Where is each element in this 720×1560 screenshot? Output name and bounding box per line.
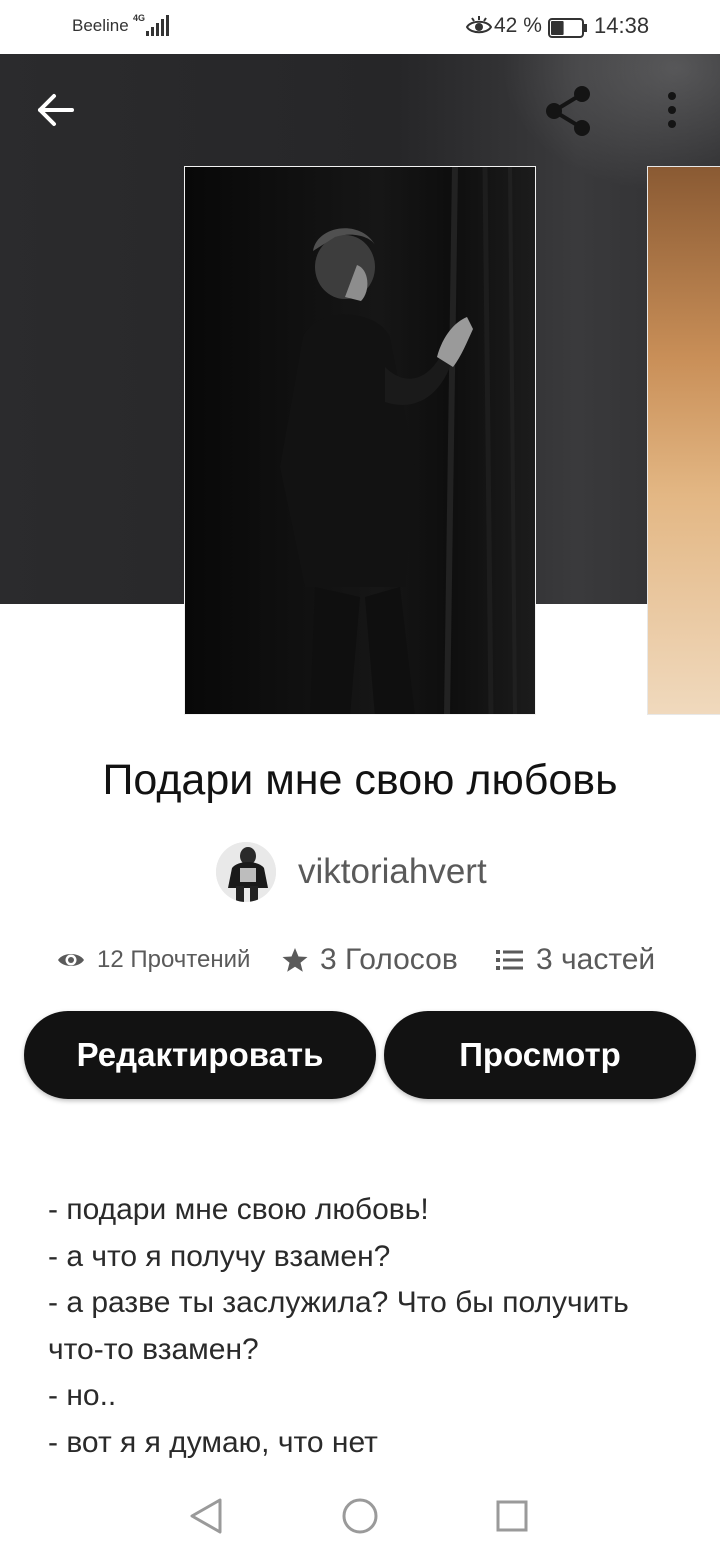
more-vertical-icon [668, 92, 676, 128]
cover-photo-figure [185, 167, 535, 714]
eye-icon [58, 954, 84, 966]
votes-count: 3 Голосов [320, 943, 458, 976]
story-description: - подари мне свою любовь! - а что я полу… [48, 1187, 688, 1466]
view-button[interactable]: Просмотр [384, 1011, 696, 1099]
next-story-cover-image[interactable] [647, 166, 720, 715]
share-icon [546, 86, 590, 136]
star-icon [282, 948, 308, 972]
story-stats: 12 Прочтений 3 Голосов 3 частей [0, 938, 720, 982]
reads-count: 12 Прочтений [97, 946, 251, 973]
votes-stat: 3 Голосов [282, 938, 458, 982]
parts-stat: 3 частей [496, 938, 655, 982]
clock: 14:38 [594, 13, 650, 38]
description-line: - вот я я думаю, что нет [48, 1425, 378, 1459]
battery-icon [548, 18, 587, 38]
more-options-button[interactable] [656, 88, 688, 132]
story-title: Подари мне свою любовь [102, 756, 618, 804]
avatar-image [216, 842, 276, 902]
avatar[interactable] [216, 842, 276, 902]
reads-stat: 12 Прочтений [57, 938, 250, 982]
battery-percent: 42 % [494, 14, 542, 37]
author-link[interactable]: viktoriahvert [216, 842, 536, 902]
story-cover-image[interactable] [184, 166, 536, 715]
status-bar: Beeline 4G 42 % 14:38 [0, 0, 720, 54]
share-button[interactable] [540, 84, 596, 138]
eye-comfort-icon [466, 16, 492, 34]
arrow-left-icon [38, 94, 74, 126]
carrier-name: Beeline [72, 16, 129, 35]
edit-button[interactable]: Редактировать [24, 1011, 376, 1099]
description-line: что-то взамен? [48, 1332, 259, 1366]
description-line: - подари мне свою любовь! [48, 1193, 429, 1226]
circle-home-icon [342, 1498, 378, 1534]
description-line: - а разве ты заслужила? Что бы получить [48, 1286, 629, 1319]
description-line: - а что я получу взамен? [48, 1239, 391, 1273]
network-type: 4G [133, 13, 146, 23]
description-line: - но.. [48, 1379, 117, 1412]
square-recents-icon [496, 1500, 528, 1532]
parts-count: 3 частей [536, 943, 656, 976]
back-button[interactable] [34, 88, 78, 132]
nav-back-button[interactable] [188, 1496, 224, 1541]
nav-recents-button[interactable] [494, 1496, 530, 1541]
author-name[interactable]: viktoriahvert [298, 852, 487, 892]
system-nav-bar [0, 1476, 720, 1560]
nav-home-button[interactable] [341, 1496, 379, 1541]
signal-icon [146, 15, 169, 36]
triangle-back-icon [190, 1498, 222, 1534]
list-icon [496, 950, 523, 970]
